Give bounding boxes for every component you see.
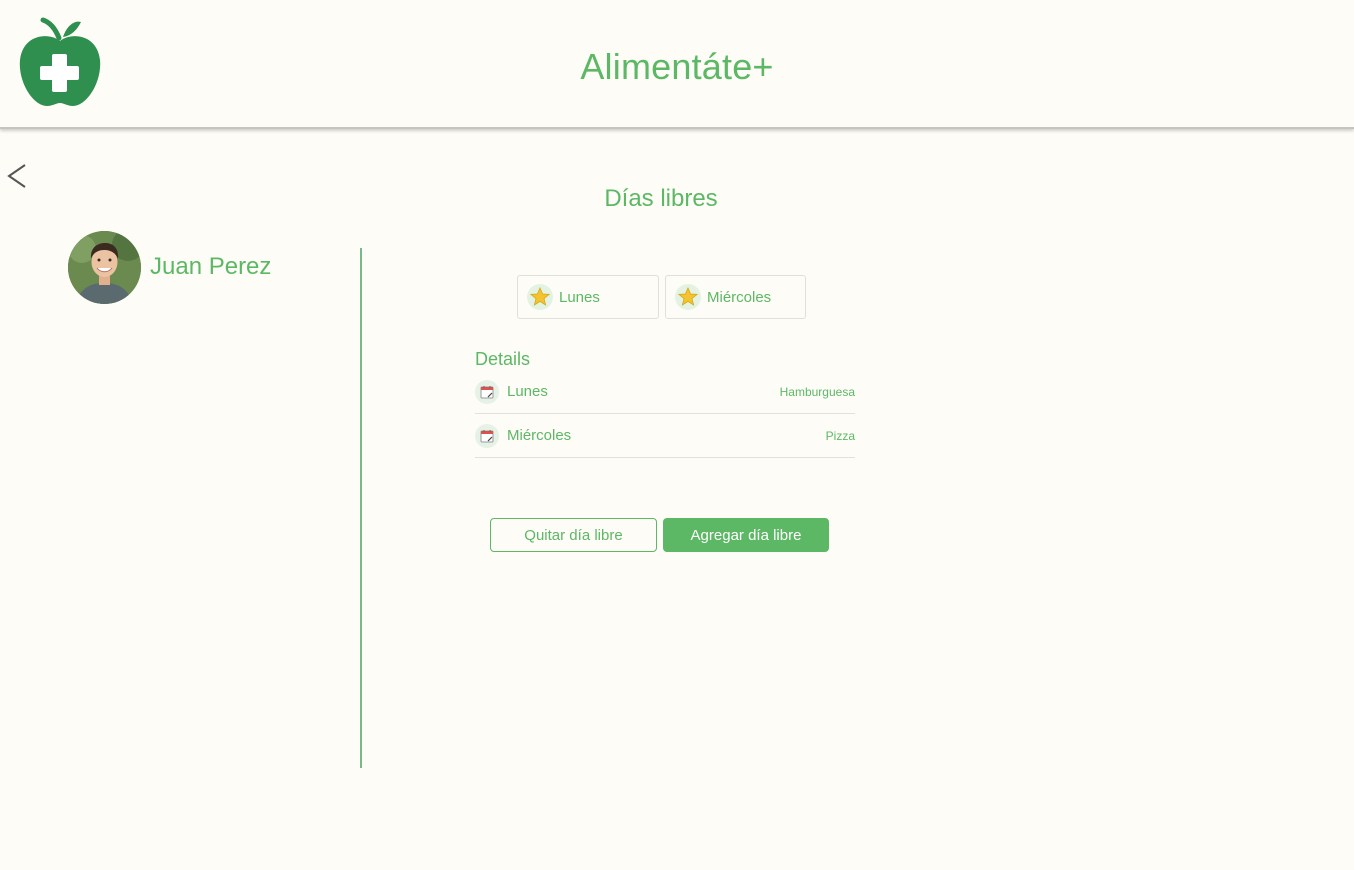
chevron-left-icon <box>7 164 26 188</box>
details-title: Details <box>475 349 531 369</box>
detail-food: Pizza <box>825 428 855 443</box>
calendar-icon <box>475 379 499 404</box>
list-item[interactable]: Lunes Hamburguesa <box>475 370 855 414</box>
user-profile: Juan Perez <box>68 231 271 304</box>
page-title: Días libres <box>604 185 718 212</box>
app-title: Alimentáte+ <box>580 46 774 87</box>
chip-lunes[interactable]: Lunes <box>517 275 659 319</box>
star-icon <box>675 284 701 310</box>
chip-miercoles[interactable]: Miércoles <box>665 275 806 319</box>
add-free-day-button[interactable]: Agregar día libre <box>663 518 829 552</box>
user-name: Juan Perez <box>150 252 272 280</box>
detail-day: Lunes <box>507 383 548 400</box>
detail-day: Miércoles <box>507 427 572 444</box>
app-header: Alimentáte+ <box>0 0 1354 129</box>
free-day-chips: Lunes Miércoles <box>517 275 806 319</box>
list-item[interactable]: Miércoles Pizza <box>475 414 855 458</box>
calendar-icon <box>475 423 499 448</box>
chip-label: Miércoles <box>707 288 772 306</box>
remove-free-day-button[interactable]: Quitar día libre <box>490 518 657 552</box>
vertical-divider <box>360 248 362 768</box>
detail-food: Hamburguesa <box>779 384 855 399</box>
back-button[interactable] <box>5 160 33 192</box>
details-list: Lunes Hamburguesa Miércoles Pizza <box>475 370 855 458</box>
star-icon <box>527 284 553 310</box>
chip-label: Lunes <box>559 288 600 306</box>
avatar <box>68 231 141 304</box>
